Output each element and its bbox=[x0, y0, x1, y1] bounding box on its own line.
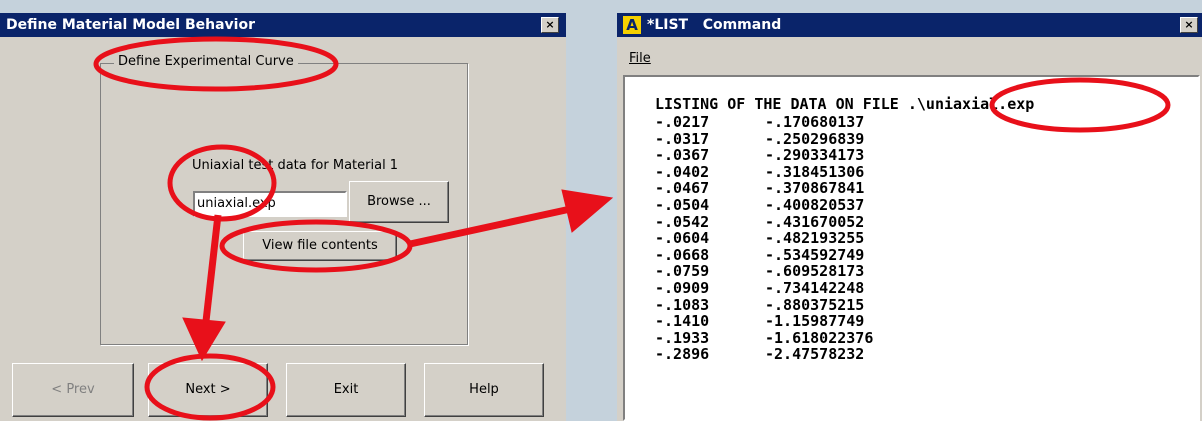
listing-stress-value: -1.15987749 bbox=[765, 312, 865, 331]
app-logo-icon: A bbox=[623, 16, 641, 34]
listing-stress-value: -.534592749 bbox=[765, 245, 865, 264]
close-icon[interactable]: × bbox=[1180, 17, 1198, 33]
listing-stress-value: -.880375215 bbox=[765, 295, 865, 314]
list-command-window: A *LIST Command × File LISTING OF THE DA… bbox=[617, 13, 1202, 421]
define-material-dialog: Define Material Model Behavior × Define … bbox=[0, 13, 566, 421]
listing-stress-value: -.250296839 bbox=[765, 129, 865, 148]
listing-strain-value: -.0367 bbox=[655, 146, 710, 165]
list-window-titlebar[interactable]: A *LIST Command × bbox=[617, 13, 1202, 37]
list-window-title: *LIST Command bbox=[647, 17, 782, 33]
listing-strain-value: -.0909 bbox=[655, 279, 710, 297]
annotation-arrowhead bbox=[561, 189, 614, 233]
listing-stress-value: -.482193255 bbox=[765, 229, 865, 248]
listing-stress-value: -.431670052 bbox=[765, 212, 865, 231]
menu-file[interactable]: File bbox=[629, 51, 651, 66]
file-name-input[interactable]: uniaxial.exp bbox=[193, 191, 347, 217]
listing-strain-value: -.0504 bbox=[655, 196, 710, 214]
listing-stress-value: -1.618022376 bbox=[765, 328, 874, 347]
listing-stress-value: -.170680137 bbox=[765, 113, 865, 131]
uniaxial-prompt: Uniaxial test data for Material 1 bbox=[192, 158, 399, 173]
dialog-titlebar[interactable]: Define Material Model Behavior × bbox=[0, 13, 566, 37]
listing-strain-value: -.0542 bbox=[655, 212, 710, 231]
browse-button[interactable]: Browse ... bbox=[349, 181, 449, 223]
listing-strain-value: -.0668 bbox=[655, 245, 710, 264]
data-listing: LISTING OF THE DATA ON FILE .\uniaxial.e… bbox=[623, 75, 1200, 421]
listing-stress-value: -.400820537 bbox=[765, 196, 865, 214]
group-title: Define Experimental Curve bbox=[114, 54, 298, 69]
listing-strain-value: -.0759 bbox=[655, 262, 710, 281]
listing-stress-value: -.318451306 bbox=[765, 162, 865, 181]
listing-stress-value: -2.47578232 bbox=[765, 345, 865, 364]
view-file-contents-button[interactable]: View file contents bbox=[243, 231, 397, 261]
dialog-title: Define Material Model Behavior bbox=[6, 17, 255, 33]
listing-stress-value: -.734142248 bbox=[765, 279, 865, 297]
listing-strain-value: -.0402 bbox=[655, 162, 710, 181]
listing-strain-value: -.0217 bbox=[655, 113, 710, 131]
close-icon[interactable]: × bbox=[541, 17, 559, 33]
listing-strain-value: -.1410 bbox=[655, 312, 710, 331]
listing-header: LISTING OF THE DATA ON FILE .\uniaxial.e… bbox=[655, 95, 1035, 113]
listing-stress-value: -.290334173 bbox=[765, 146, 865, 165]
next-button[interactable]: Next > bbox=[148, 363, 268, 417]
listing-strain-value: -.2896 bbox=[655, 345, 710, 364]
listing-strain-value: -.0604 bbox=[655, 229, 710, 248]
prev-button[interactable]: < Prev bbox=[12, 363, 134, 417]
listing-stress-value: -.609528173 bbox=[765, 262, 865, 281]
listing-strain-value: -.1083 bbox=[655, 295, 710, 314]
help-button[interactable]: Help bbox=[424, 363, 544, 417]
listing-stress-value: -.370867841 bbox=[765, 179, 865, 198]
listing-strain-value: -.1933 bbox=[655, 328, 710, 347]
listing-strain-value: -.0467 bbox=[655, 179, 710, 198]
exit-button[interactable]: Exit bbox=[286, 363, 406, 417]
listing-strain-value: -.0317 bbox=[655, 129, 710, 148]
